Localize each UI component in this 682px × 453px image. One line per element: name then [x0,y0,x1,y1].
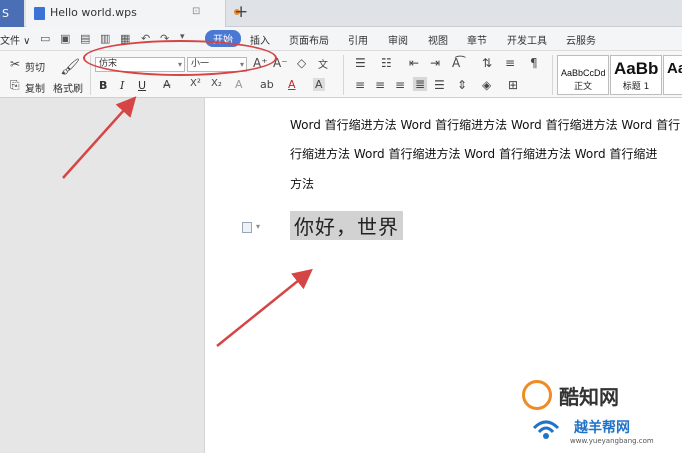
watermark-brand: 酷知网 [559,385,619,409]
selected-heading-text[interactable]: 你好，世界 [290,211,403,240]
watermark-url: www.yueyangbang.com [570,437,654,445]
print-preview-icon[interactable]: ▥ [100,32,110,45]
watermark-logo-icon [522,380,552,410]
underline-button[interactable]: U [138,79,146,92]
char-shading-icon[interactable]: A [313,78,325,91]
phonetic-guide-icon[interactable]: 文 [318,56,328,71]
scissors-icon[interactable]: ✂ [10,57,20,71]
text-effect-icon[interactable]: A [235,78,243,91]
shading-icon[interactable]: ◈ [482,78,491,92]
sort-icon[interactable]: ⇅ [482,56,492,70]
tab-view[interactable]: 视图 [428,32,448,47]
tab-window-icon[interactable]: ⊡ [192,6,200,17]
file-menu[interactable]: 文件 ∨ [0,32,31,47]
distribute-icon[interactable]: ☰ [434,78,445,92]
subscript-icon[interactable]: X₂ [211,78,222,89]
watermark-wifi-icon [532,420,560,439]
tab-section[interactable]: 章节 [467,32,487,47]
tab-references[interactable]: 引用 [348,32,368,47]
superscript-icon[interactable]: X² [190,78,201,89]
show-marks-icon[interactable]: ¶ [530,56,538,70]
tab-page-layout[interactable]: 页面布局 [289,32,329,47]
copy-button[interactable]: 复制 [25,80,45,95]
chinese-layout-icon[interactable]: A͡ [452,56,460,70]
bold-button[interactable]: B [99,79,107,92]
clear-format-icon[interactable]: ◇ [297,56,306,70]
paragraph-line: 行缩进方法 Word 首行缩进方法 Word 首行缩进方法 Word 首行缩进 [290,147,658,161]
style-heading-1[interactable]: AaBb 标题 1 [610,55,662,95]
font-box-highlight-circle [83,40,277,76]
line-spacing-icon[interactable]: ≡ [505,56,515,70]
tab-developer[interactable]: 开发工具 [507,32,547,47]
paragraph-line: 方法 [290,177,315,191]
wps-writer-window: S Hello world.wps ⊡ + 文件 ∨ ▭ ▣ ▤ ▥ ▦ ↶ ↷… [0,0,682,453]
strikethrough-icon[interactable]: A̶ [163,78,171,91]
document-tab[interactable]: Hello world.wps ⊡ [26,0,240,27]
new-tab-button[interactable]: + [234,2,248,22]
ribbon-separator [552,55,553,95]
chevron-down-icon[interactable]: ▾ [256,222,260,231]
style-sample: AaBb [614,59,659,78]
tab-insert[interactable]: 插入 [250,32,270,47]
wps-document-icon [34,7,45,20]
paintbrush-icon[interactable]: 🖌 [60,57,80,76]
document-gutter [0,98,204,453]
style-sample: AaBb [667,60,682,77]
title-tab-bar: S Hello world.wps ⊡ + [0,0,682,27]
save-icon[interactable]: ▣ [60,32,70,45]
increase-indent-icon[interactable]: ⇥ [430,56,440,70]
spacing-icon[interactable]: ⇕ [457,78,467,92]
style-sample: AaBbCcDd [561,68,606,78]
document-tab-title: Hello world.wps [50,6,137,19]
cut-button[interactable]: 剪切 [25,59,45,74]
tab-cloud-service[interactable]: 云服务 [566,32,596,47]
copy-icon[interactable]: ⎘ [10,78,20,93]
justify-icon[interactable]: ≣ [413,77,428,91]
style-heading-2[interactable]: AaBb [663,55,682,95]
align-right-icon[interactable]: ≡ [395,78,405,92]
highlight-icon[interactable]: ab [260,78,274,91]
style-name: 正文 [573,82,592,92]
watermark-site-name: 越羊帮网 [574,420,630,436]
decrease-indent-icon[interactable]: ⇤ [409,56,419,70]
export-pdf-icon[interactable]: ▤ [80,32,90,45]
italic-button[interactable]: I [120,79,124,92]
format-painter-button[interactable]: 格式刷 [53,80,83,95]
app-menu-tab[interactable]: S [0,0,24,27]
tab-review[interactable]: 审阅 [388,32,408,47]
paragraph-line: Word 首行缩进方法 Word 首行缩进方法 Word 首行缩进方法 Word… [290,118,681,132]
align-left-icon[interactable]: ≡ [355,78,365,92]
style-normal[interactable]: AaBbCcDd 正文 [557,55,609,95]
ribbon-separator [343,55,344,95]
numbered-list-icon[interactable]: ☷ [381,56,392,70]
bullet-list-icon[interactable]: ☰ [355,56,366,70]
open-icon[interactable]: ▭ [40,32,50,45]
paragraph-handle-icon[interactable] [242,222,252,233]
borders-icon[interactable]: ⊞ [508,78,518,92]
align-center-icon[interactable]: ≡ [375,78,385,92]
font-color-icon[interactable]: A [288,78,296,91]
style-name: 标题 1 [622,82,650,92]
